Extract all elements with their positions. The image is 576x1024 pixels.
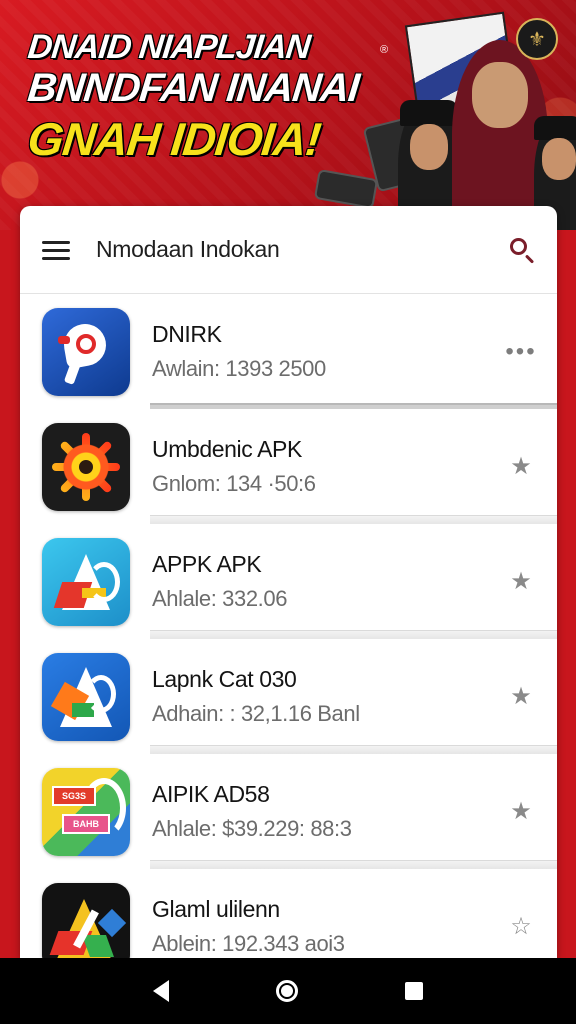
- app-meta: Ahlale: $39.229: 88:3: [152, 816, 352, 841]
- banner-people-image: [313, 40, 576, 230]
- list-item[interactable]: Umbdenic APK Gnlom: 134 ·50:6 ★: [20, 409, 557, 524]
- star-icon[interactable]: ★: [491, 567, 551, 596]
- list-item[interactable]: SG3S BAHB AIPIK AD58 Ahlale: $39.229: 88…: [20, 754, 557, 869]
- list-item[interactable]: DNIRK Awlain: 1393 2500 •••: [20, 294, 557, 409]
- system-nav-bar: [0, 958, 576, 1024]
- list-item[interactable]: Glaml ulilenn Ablein: 192.343 aoi3 ☆: [20, 869, 557, 958]
- app-icon-target: [42, 307, 130, 396]
- app-name: Lapnk Cat 030: [152, 666, 297, 692]
- list-item[interactable]: Lapnk Cat 030 Adhain: : 32,1.16 Banl ★: [20, 639, 557, 754]
- app-icon-tags: SG3S BAHB: [42, 767, 130, 856]
- app-name: Umbdenic APK: [152, 436, 302, 462]
- star-outline-icon[interactable]: ☆: [491, 912, 551, 941]
- emblem-avatar-icon[interactable]: ⚜: [516, 18, 558, 60]
- banner-headline-line1: DNAID NIAPLJIAN: [26, 28, 312, 66]
- app-meta: Awlain: 1393 2500: [152, 356, 326, 381]
- app-name: APPK APK: [152, 551, 262, 577]
- star-icon[interactable]: ★: [491, 797, 551, 826]
- app-bar: Nmodaan Indokan: [20, 206, 557, 294]
- app-name: AIPIK AD58: [152, 781, 270, 807]
- app-meta: Ablein: 192.343 aoi3: [152, 931, 345, 956]
- more-options-icon[interactable]: •••: [491, 338, 551, 366]
- star-icon[interactable]: ★: [491, 452, 551, 481]
- app-meta: Gnlom: 134 ·50:6: [152, 471, 316, 496]
- app-icon-letter-a: [42, 652, 130, 741]
- app-name: Glaml ulilenn: [152, 896, 280, 922]
- banner-headline-line2: BNNDFAN INANAI: [25, 66, 361, 110]
- app-meta: Ahlale: 332.06: [152, 586, 288, 611]
- app-icon-sun: [42, 422, 130, 511]
- divider: [150, 860, 557, 869]
- recent-apps-icon[interactable]: [404, 982, 423, 1000]
- divider: [150, 630, 557, 639]
- home-icon[interactable]: [275, 980, 298, 1002]
- icon-tag-label: BAHB: [62, 813, 110, 834]
- promo-banner[interactable]: DNAID NIAPLJIAN BNNDFAN INANAI GNAH IDIO…: [0, 0, 576, 230]
- page-title: Nmodaan Indokan: [96, 236, 280, 262]
- banner-headline-line3: GNAH IDIOIA!: [25, 113, 323, 165]
- app-name: DNIRK: [152, 321, 222, 347]
- search-icon[interactable]: [507, 235, 537, 265]
- list-item[interactable]: APPK APK Ahlale: 332.06 ★: [20, 524, 557, 639]
- app-list: DNIRK Awlain: 1393 2500 ••• Umbdenic APK…: [20, 294, 557, 958]
- app-list-card: Nmodaan Indokan DNIRK Awlain: 1393 2500 …: [20, 206, 557, 958]
- divider: [150, 515, 557, 524]
- hamburger-icon[interactable]: [42, 239, 72, 261]
- app-meta: Adhain: : 32,1.16 Banl: [152, 701, 360, 726]
- app-icon-letter-a: [42, 537, 130, 626]
- app-icon-letter-a: [42, 882, 130, 958]
- back-icon[interactable]: [153, 980, 170, 1002]
- icon-tag-label: SG3S: [52, 785, 96, 806]
- divider: [150, 745, 557, 754]
- star-icon[interactable]: ★: [491, 682, 551, 711]
